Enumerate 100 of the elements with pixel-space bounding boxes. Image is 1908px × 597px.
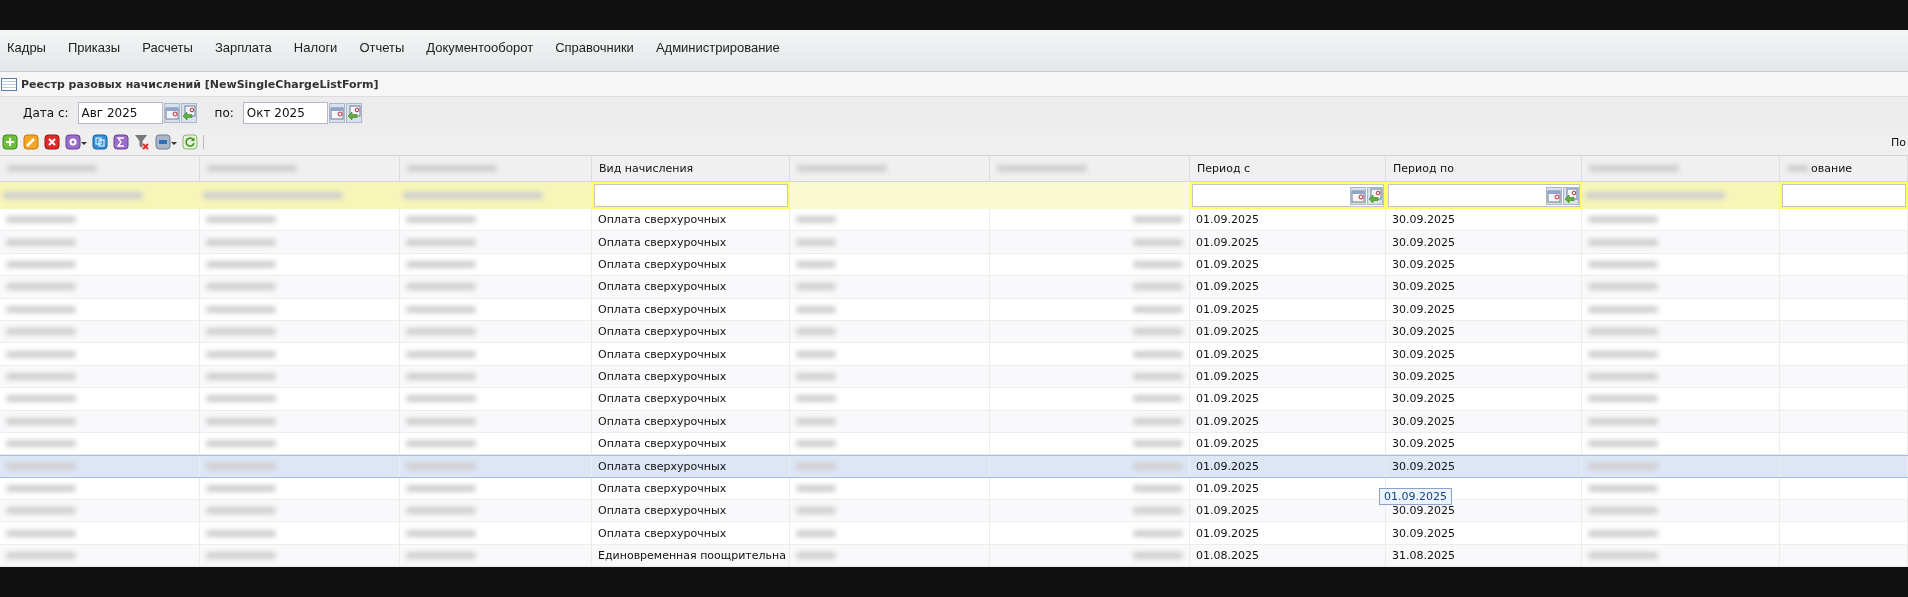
blurred-text bbox=[1133, 350, 1183, 358]
blurred-text bbox=[406, 552, 476, 560]
table-row[interactable]: Оплата сверхурочных 01.09.2025 30.09.2025 bbox=[0, 209, 1908, 232]
table-cell: Оплата сверхурочных bbox=[598, 235, 727, 249]
blurred-text bbox=[796, 552, 836, 560]
blurred-text bbox=[1588, 484, 1658, 492]
blurred-text bbox=[796, 440, 836, 448]
blurred-text bbox=[206, 305, 276, 313]
menu-item[interactable]: Налоги bbox=[293, 40, 338, 55]
table-row[interactable]: Оплата сверхурочных 01.09.2025 30.09.2025 bbox=[0, 432, 1908, 456]
table-row[interactable]: Оплата сверхурочных 01.09.2025 30.09.2025 bbox=[0, 253, 1908, 277]
blurred-text bbox=[796, 283, 836, 291]
date-label: по: bbox=[214, 106, 234, 120]
clear-date-icon[interactable] bbox=[345, 103, 362, 123]
column-header[interactable]: Вид начисления bbox=[592, 156, 790, 181]
table-row[interactable]: Оплата сверхурочных 01.09.2025 30.09.2025 bbox=[0, 276, 1908, 299]
table-cell: 30.09.2025 bbox=[1392, 280, 1455, 294]
table-row[interactable]: Оплата сверхурочных 01.09.2025 30.09.2025 bbox=[0, 455, 1908, 478]
calendar-icon[interactable] bbox=[1546, 186, 1562, 205]
blurred-text bbox=[1787, 165, 1809, 172]
menu-item[interactable]: Кадры bbox=[7, 40, 46, 55]
blurred-text bbox=[6, 463, 76, 470]
calendar-icon[interactable] bbox=[163, 103, 180, 123]
blurred-text bbox=[406, 238, 476, 246]
blurred-text bbox=[796, 463, 836, 470]
blurred-text bbox=[206, 417, 276, 425]
clear-date-icon[interactable] bbox=[1367, 186, 1383, 205]
table-row[interactable]: Оплата сверхурочных 01.09.2025 30.09.2025 bbox=[0, 500, 1908, 523]
blurred-text bbox=[1133, 372, 1183, 380]
table-row[interactable]: Оплата сверхурочных 01.09.2025 30.09.2025 bbox=[0, 410, 1908, 433]
table-cell: 30.09.2025 bbox=[1392, 325, 1455, 339]
filter-field[interactable] bbox=[1388, 184, 1580, 207]
filter-field[interactable] bbox=[1192, 184, 1384, 207]
table-row[interactable]: Оплата сверхурочных 01.09.2025 30.09.2025 bbox=[0, 320, 1908, 344]
blurred-text bbox=[796, 372, 836, 380]
sigma-icon[interactable] bbox=[113, 134, 129, 150]
filter-field[interactable] bbox=[594, 184, 788, 207]
date-field[interactable]: Окт 2025 bbox=[242, 102, 328, 124]
table-cell: 30.09.2025 bbox=[1392, 369, 1455, 383]
blurred-text bbox=[6, 372, 76, 380]
table-cell: Единовременная поощрительна bbox=[598, 549, 786, 563]
menu-item[interactable]: Документооборот bbox=[426, 40, 534, 55]
blurred-text bbox=[206, 216, 276, 224]
blurred-text bbox=[206, 260, 276, 268]
clear-date-icon[interactable] bbox=[1563, 186, 1579, 205]
table-row[interactable]: Оплата сверхурочных 01.09.2025 30.09.2025 bbox=[0, 231, 1908, 254]
blurred-text bbox=[6, 395, 76, 403]
blurred-text bbox=[796, 216, 836, 224]
add-icon[interactable] bbox=[2, 134, 18, 150]
blurred-text bbox=[6, 417, 76, 425]
filter-clear-icon[interactable] bbox=[134, 134, 150, 150]
blurred-text bbox=[206, 440, 276, 448]
menu-item[interactable]: Приказы bbox=[67, 40, 121, 55]
clear-date-icon[interactable] bbox=[180, 103, 197, 123]
blurred-text bbox=[206, 507, 276, 515]
menu-item[interactable]: Справочники bbox=[555, 40, 634, 55]
table-cell: 30.09.2025 bbox=[1392, 526, 1455, 540]
pencil-icon[interactable] bbox=[23, 134, 39, 150]
table-cell: 30.09.2025 bbox=[1392, 414, 1455, 428]
table-row[interactable]: Оплата сверхурочных 01.09.2025 30.09.2025 bbox=[0, 388, 1908, 411]
calendar-icon[interactable] bbox=[328, 103, 345, 123]
filter-field[interactable] bbox=[1782, 184, 1906, 207]
table-cell: 30.09.2025 bbox=[1392, 504, 1455, 518]
menu-item[interactable]: Администрирование bbox=[655, 40, 780, 55]
table-cell: Оплата сверхурочных bbox=[598, 325, 727, 339]
blurred-text bbox=[1133, 507, 1183, 515]
table-row[interactable]: Единовременная поощрительна 01.08.2025 31.08.2025 bbox=[0, 544, 1908, 567]
copy-icon[interactable] bbox=[92, 134, 108, 150]
menu-item[interactable]: Зарплата bbox=[214, 40, 272, 55]
table-row[interactable]: Оплата сверхурочных 01.09.2025 30.09.2025 bbox=[0, 365, 1908, 389]
table-cell: 30.09.2025 bbox=[1392, 302, 1455, 316]
table-cell: Оплата сверхурочных bbox=[598, 526, 727, 540]
blurred-text bbox=[1588, 350, 1658, 358]
blurred-text bbox=[206, 484, 276, 492]
table-row[interactable]: Оплата сверхурочных 01.09.2025 30.09.2025 bbox=[0, 343, 1908, 366]
menu-item[interactable]: Отчеты bbox=[359, 40, 405, 55]
table-cell: 01.09.2025 bbox=[1196, 302, 1259, 316]
menu-item[interactable]: Расчеты bbox=[142, 40, 193, 55]
table-row[interactable]: Оплата сверхурочных 01.09.2025 30.09.2025 bbox=[0, 522, 1908, 545]
table-cell: Оплата сверхурочных bbox=[598, 437, 727, 451]
table-cell: 01.09.2025 bbox=[1196, 325, 1259, 339]
table-cell: 01.09.2025 bbox=[1196, 392, 1259, 406]
calendar-icon[interactable] bbox=[1350, 186, 1366, 205]
table-row[interactable]: Оплата сверхурочных 01.09.2025 30.09.2025 bbox=[0, 298, 1908, 321]
blurred-text bbox=[1588, 238, 1658, 246]
table-cell: Оплата сверхурочных bbox=[598, 347, 727, 361]
blurred-text bbox=[1133, 283, 1183, 291]
column-header[interactable]: Период по bbox=[1386, 156, 1582, 181]
table-cell: 30.09.2025 bbox=[1392, 235, 1455, 249]
date-label: Дата с: bbox=[23, 106, 69, 120]
blurred-text bbox=[406, 283, 476, 291]
delete-icon[interactable] bbox=[44, 134, 60, 150]
blurred-text bbox=[206, 529, 276, 537]
table-cell: 01.09.2025 bbox=[1196, 280, 1259, 294]
blurred-text bbox=[1588, 507, 1658, 515]
date-field[interactable]: Авг 2025 bbox=[77, 102, 163, 124]
column-header[interactable]: Период с bbox=[1190, 156, 1386, 181]
blurred-text bbox=[1133, 328, 1183, 336]
refresh-icon[interactable] bbox=[182, 134, 198, 150]
column-header[interactable]: ование bbox=[1780, 156, 1908, 181]
